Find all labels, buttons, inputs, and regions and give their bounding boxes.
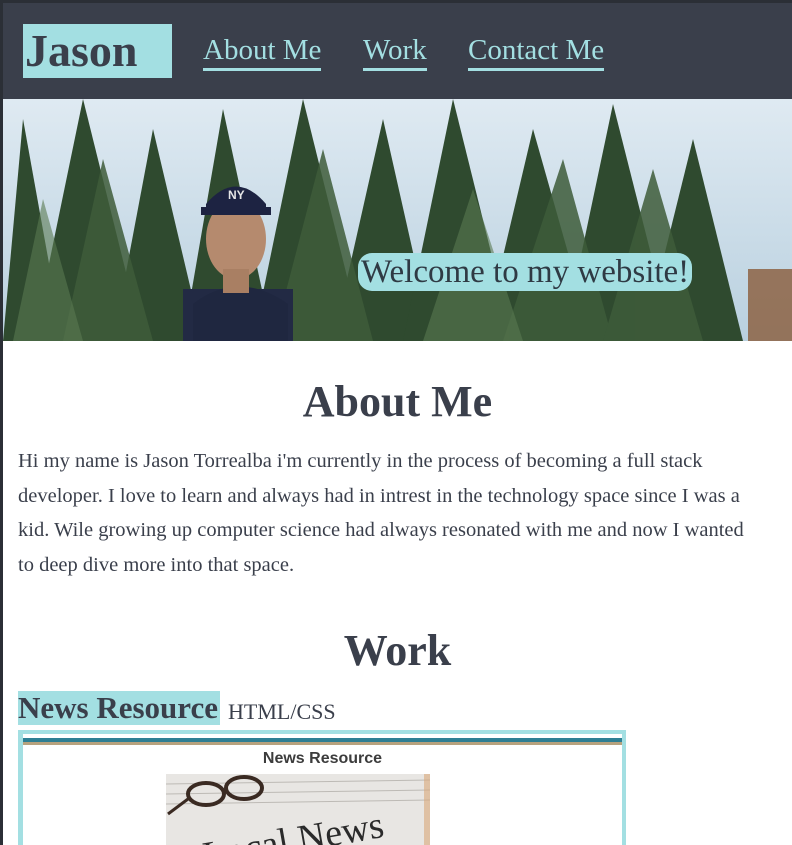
project-name[interactable]: News Resource	[18, 691, 221, 725]
welcome-banner: Welcome to my website!	[358, 253, 693, 291]
about-title: About Me	[302, 377, 493, 426]
site-header: Jason About Me Work Contact Me	[3, 3, 792, 99]
page: Jason About Me Work Contact Me NY Welcom…	[3, 3, 792, 845]
hero-photo: NY	[3, 99, 792, 341]
brand-logo[interactable]: Jason	[23, 24, 172, 78]
preview-screenshot: News Resource Local News	[23, 734, 622, 845]
nav-link-about-me[interactable]: About Me	[203, 33, 322, 71]
nav-link-contact-me[interactable]: Contact Me	[468, 33, 605, 71]
newspaper-image: Local News	[166, 774, 430, 845]
hero-banner: NY Welcome to my website!	[3, 99, 792, 341]
preview-title: News Resource	[262, 750, 383, 767]
nav-link-work[interactable]: Work	[363, 33, 427, 71]
project-preview[interactable]: News Resource Local News	[18, 730, 626, 845]
preview-bar-bottom	[23, 742, 622, 745]
project-tech: HTML/CSS	[228, 699, 336, 724]
work-title: Work	[343, 626, 452, 675]
about-paragraph: Hi my name is Jason Torrealba i'm curren…	[18, 450, 744, 576]
project-header: News Resource HTML/CSS	[18, 691, 336, 725]
svg-text:NY: NY	[228, 188, 245, 202]
